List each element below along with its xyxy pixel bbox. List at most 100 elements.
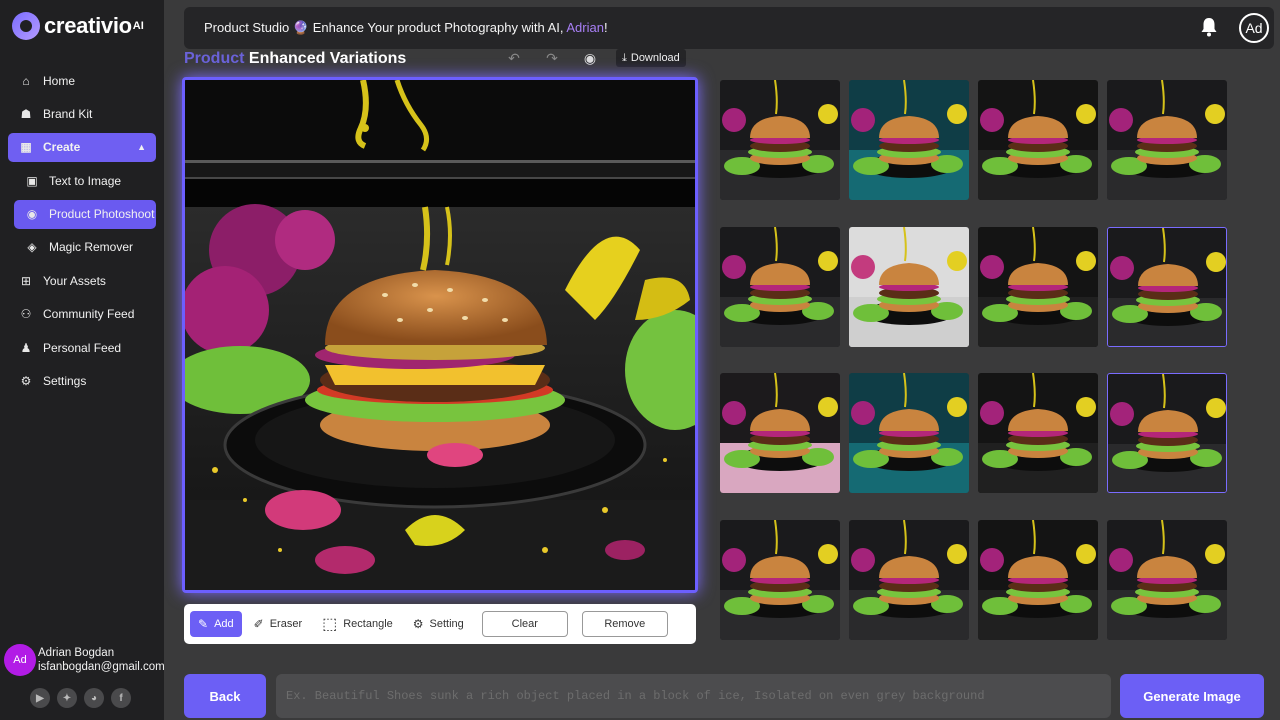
generate-image-button[interactable]: Generate Image [1120,674,1264,718]
user-icon: ♟ [20,340,32,355]
sidebar-item-label: Create [43,140,81,155]
download-button[interactable]: ⤓ Download [616,49,686,67]
burger-thumbnail-image [849,226,969,347]
twitter-icon[interactable]: ✦ [57,688,77,708]
sidebar-item-brand-kit[interactable]: ☗ Brand Kit [8,99,156,128]
sidebar-item-your-assets[interactable]: ⊞ Your Assets [8,266,156,295]
discord-icon[interactable]: ◕ [84,688,104,708]
sidebar-item-magic-remover[interactable]: ◈ Magic Remover [14,233,156,262]
burger-thumbnail-image [978,226,1098,347]
back-button[interactable]: Back [184,674,266,718]
burger-thumbnail-image [978,80,1098,200]
sidebar-item-home[interactable]: ⌂ Home [8,66,156,95]
logo-mark-icon [12,12,40,40]
header-avatar[interactable]: Ad [1239,13,1269,43]
image-text-icon: ▣ [26,173,38,188]
download-label: Download [630,52,680,64]
variation-thumbnail[interactable] [720,373,840,493]
brush-icon: ✎ [198,617,209,631]
sidebar-item-create[interactable]: ▦ Create ▲ [8,132,156,162]
eye-icon[interactable]: ◉ [578,48,602,68]
sidebar-item-community-feed[interactable]: ⚇ Community Feed [8,300,156,329]
user-info: Adrian Bogdan isfanbogdan@gmail.com [38,646,165,674]
header-greeting: Product Studio 🔮 Enhance Your product Ph… [204,20,608,36]
rectangle-button[interactable]: ⬚ Rectangle [314,611,401,637]
sidebar-item-text-to-image[interactable]: ▣ Text to Image [14,166,156,195]
sidebar-item-product-photoshoot[interactable]: ◉ Product Photoshoot [14,199,156,229]
sidebar-item-personal-feed[interactable]: ♟ Personal Feed [8,333,156,362]
burger-thumbnail-image [720,80,840,200]
variation-thumbnail[interactable] [978,226,1098,347]
setting-label: Setting [429,618,464,630]
variation-thumbnail[interactable] [978,80,1098,200]
variation-thumbnail[interactable] [849,80,969,200]
photoshoot-icon: ◉ [26,207,38,222]
sidebar-item-label: Your Assets [43,273,106,288]
variation-thumbnail[interactable] [978,373,1098,493]
main-product-image[interactable] [182,77,698,593]
assets-icon: ⊞ [20,273,32,288]
rectangle-icon: ⬚ [322,616,338,633]
sidebar-item-label: Home [43,73,76,88]
prompt-input[interactable] [276,674,1111,718]
settings-icon: ⚙ [412,617,424,631]
sidebar-item-settings[interactable]: ⚙ Settings [8,367,156,396]
download-icon: ⤓ [622,51,627,64]
variation-thumbnail[interactable] [1107,519,1227,640]
header-text: Enhance Your product Photography with AI… [309,20,567,35]
sidebar-item-label: Magic Remover [49,240,134,255]
variations-grid [720,80,1230,640]
variation-thumbnail[interactable] [849,519,969,640]
variation-thumbnail[interactable] [720,519,840,640]
brand-ai: AI [132,20,144,32]
bell-icon[interactable] [1200,17,1218,37]
community-icon: ⚇ [20,307,32,322]
burger-thumbnail-image [849,519,969,640]
avatar: Ad [4,644,36,676]
facebook-icon[interactable]: f [111,688,131,708]
variation-thumbnail[interactable] [720,80,840,200]
youtube-icon[interactable]: ▶ [30,688,50,708]
setting-button[interactable]: ⚙ Setting [405,611,472,637]
title-rest: Enhanced Variations [244,50,407,67]
variation-thumbnail[interactable] [978,519,1098,640]
sidebar: creativio AI ⌂ Home ☗ Brand Kit ▦ Create… [0,0,165,720]
top-header: Product Studio 🔮 Enhance Your product Ph… [184,7,1274,49]
clear-button[interactable]: Clear [481,611,568,637]
eraser-icon: ◈ [27,240,37,255]
redo-icon[interactable]: ↷ [540,48,564,68]
user-profile[interactable]: Ad Adrian Bogdan isfanbogdan@gmail.com [4,644,165,676]
page-title: Product Enhanced Variations [184,50,406,68]
crystal-ball-icon: 🔮 [292,20,310,35]
rectangle-label: Rectangle [343,618,393,630]
burger-thumbnail-image [720,373,840,493]
gear-icon: ⚙ [20,374,32,389]
title-accent: Product [184,50,245,67]
remove-button[interactable]: Remove [581,611,668,637]
variation-thumbnail[interactable] [1107,80,1227,200]
eraser-icon: ✐ [253,617,264,631]
undo-icon[interactable]: ↶ [502,48,526,68]
variation-thumbnail[interactable] [1107,226,1227,347]
user-name: Adrian Bogdan [38,647,115,659]
brand-kit-icon: ☗ [20,106,32,121]
burger-thumbnail-image [1108,227,1226,346]
header-prefix: Product Studio [204,20,290,35]
burger-thumbnail-image [1107,80,1227,200]
sidebar-item-label: Text to Image [49,173,122,188]
sidebar-item-label: Community Feed [43,307,135,322]
burger-image [185,80,695,590]
grid-icon: ▦ [20,140,32,155]
eraser-button[interactable]: ✐ Eraser [246,611,310,637]
brand-name: creativio [44,13,132,38]
variation-thumbnail[interactable] [849,373,969,493]
image-actions: ↶ ↷ ◉ ⤓ Download [502,48,686,68]
logo[interactable]: creativio AI [12,10,144,42]
variation-thumbnail[interactable] [849,226,969,347]
variation-thumbnail[interactable] [1107,373,1227,493]
add-brush-button[interactable]: ✎ Add [190,611,242,637]
burger-thumbnail-image [849,80,969,200]
burger-thumbnail-image [1107,519,1227,640]
variation-thumbnail[interactable] [720,226,840,347]
burger-thumbnail-image [978,519,1098,640]
